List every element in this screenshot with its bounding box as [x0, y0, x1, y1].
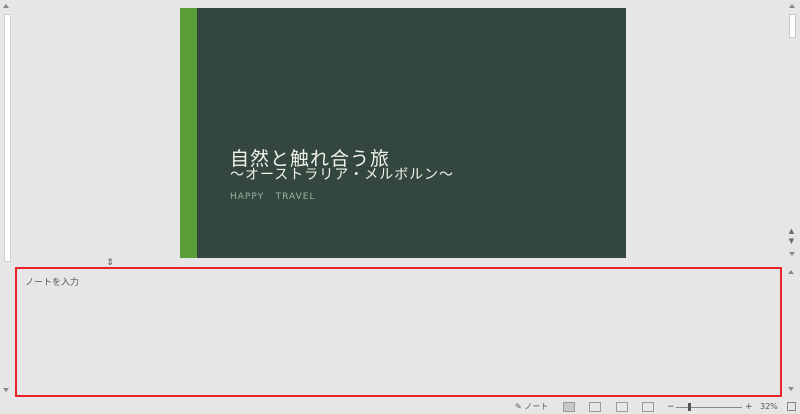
notes-scrollbar[interactable]	[786, 267, 796, 397]
left-scrollbar[interactable]	[0, 0, 12, 400]
zoom-slider-thumb[interactable]	[688, 403, 691, 411]
right-scrollbar[interactable]: ▲ ▼	[784, 0, 800, 262]
notes-toggle-button[interactable]: ✎ ノート	[515, 402, 548, 412]
scroll-down-arrow-icon[interactable]	[788, 387, 794, 391]
status-bar: ✎ ノート − + 32%	[0, 400, 800, 414]
next-slide-icon[interactable]: ▼	[788, 238, 795, 245]
scroll-up-arrow-icon[interactable]	[788, 270, 794, 274]
fit-to-window-icon[interactable]	[787, 402, 796, 411]
scrollbar-thumb[interactable]	[789, 14, 796, 38]
slide-canvas[interactable]: 自然と触れ合う旅 〜オーストラリア・メルボルン〜 HAPPY TRAVEL	[180, 8, 626, 258]
slide-subtitle[interactable]: 〜オーストラリア・メルボルン〜	[230, 164, 454, 184]
previous-slide-icon[interactable]: ▲	[788, 228, 795, 235]
notes-icon: ✎	[515, 402, 522, 411]
notes-toggle-label: ノート	[524, 402, 549, 411]
normal-view-button[interactable]	[563, 402, 575, 412]
slide-sorter-view-button[interactable]	[589, 402, 601, 412]
slide-accent-bar	[180, 8, 197, 258]
reading-view-button[interactable]	[616, 402, 628, 412]
scrollbar-thumb[interactable]	[4, 14, 11, 262]
zoom-slider-track[interactable]	[676, 407, 742, 408]
scroll-up-arrow-icon[interactable]	[789, 4, 795, 8]
scroll-down-arrow-icon[interactable]	[3, 388, 9, 392]
zoom-in-button[interactable]: +	[745, 402, 753, 412]
scroll-down-arrow-icon[interactable]	[789, 252, 795, 256]
zoom-out-button[interactable]: −	[667, 402, 675, 412]
notes-pane[interactable]: ノートを入力	[15, 267, 782, 397]
scroll-up-arrow-icon[interactable]	[3, 4, 9, 8]
slide-show-button[interactable]	[642, 402, 654, 412]
notes-placeholder[interactable]: ノートを入力	[25, 275, 79, 288]
slide-tagline[interactable]: HAPPY TRAVEL	[230, 192, 316, 202]
zoom-level-label[interactable]: 32%	[760, 402, 778, 412]
